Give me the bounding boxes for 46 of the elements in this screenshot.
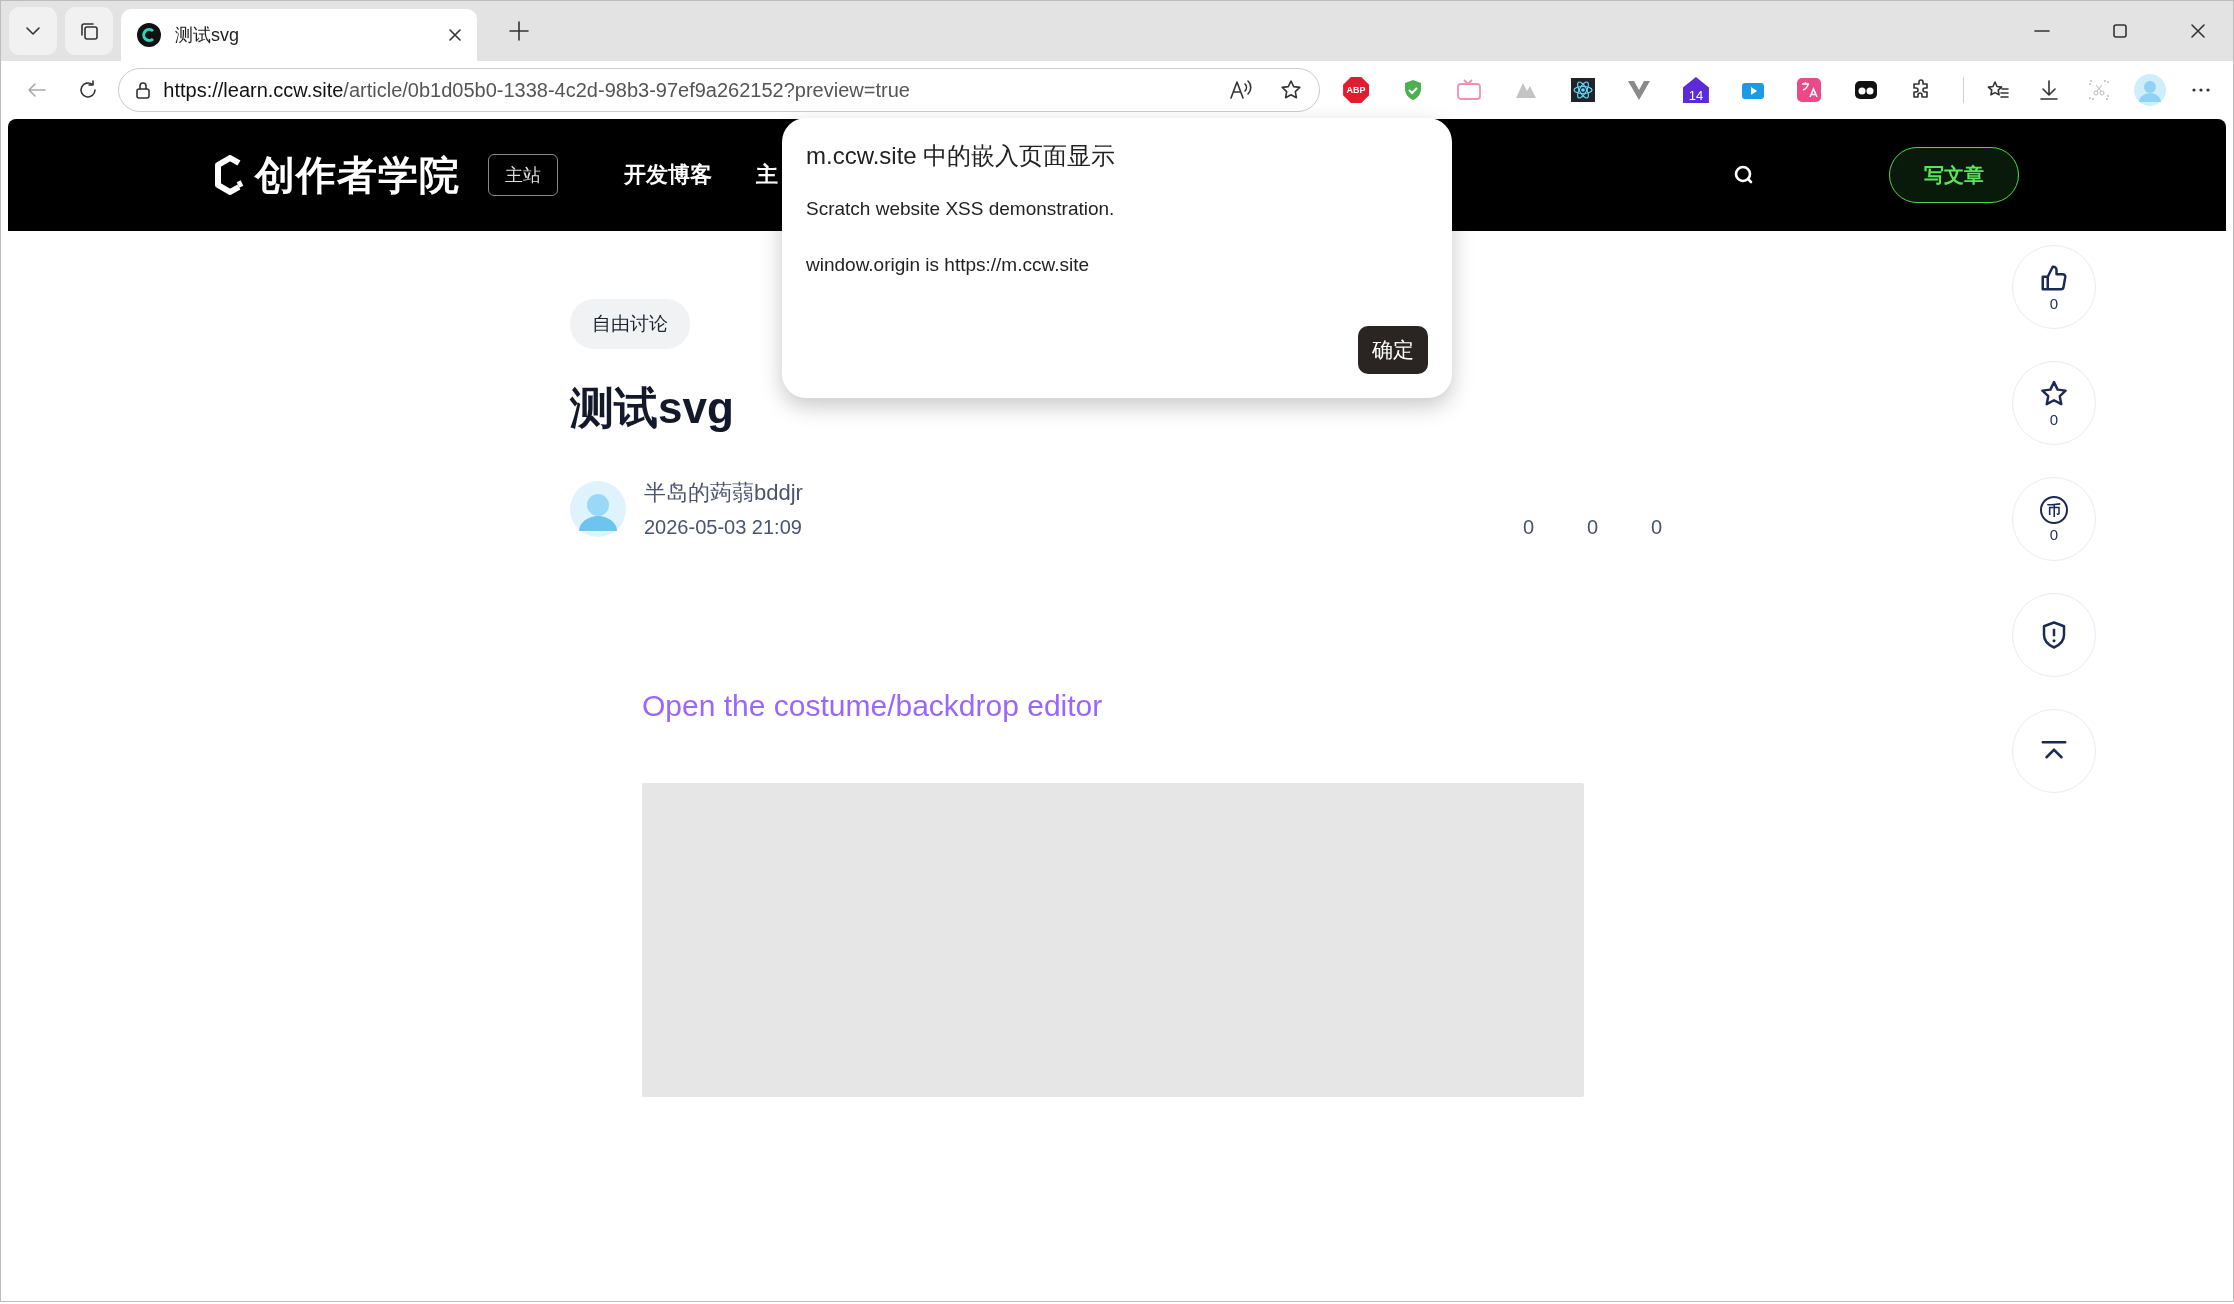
author-avatar[interactable] [570, 480, 626, 537]
v-shape-icon[interactable] [1627, 78, 1652, 102]
atom-icon[interactable] [1570, 78, 1595, 102]
workspaces-button[interactable] [65, 7, 113, 55]
coin-icon: 币 [2040, 495, 2068, 524]
dialog-title: m.ccw.site 中的嵌入页面显示 [806, 141, 1117, 171]
site-logo[interactable]: 创作者学院 [213, 147, 460, 203]
browser-tab[interactable]: 测试svg [121, 9, 477, 61]
abp-extension-icon[interactable]: ABP [1343, 77, 1370, 103]
two-dots-icon[interactable] [1853, 78, 1878, 102]
editor-link[interactable]: Open the costume/backdrop editor [642, 689, 1103, 723]
plus-icon [507, 19, 531, 43]
close-icon [2188, 21, 2208, 41]
star-icon [1278, 78, 1303, 102]
nav-link[interactable]: 开发博客 [624, 160, 712, 190]
thumbs-up-icon [2039, 262, 2069, 293]
maximize-icon [2110, 21, 2130, 41]
main-site-link[interactable]: 主站 [488, 154, 558, 196]
translate-icon[interactable] [1797, 78, 1822, 102]
close-icon [447, 27, 463, 43]
tv-icon[interactable] [1456, 78, 1483, 102]
site-logo-icon [137, 23, 161, 47]
more-icon [2190, 88, 2211, 92]
search-icon [1733, 164, 1755, 186]
dialog-message: window.origin is https://m.ccw.site [806, 254, 1090, 276]
article-title: 测试svg [570, 382, 734, 434]
avatar-icon [2134, 74, 2166, 106]
stat-count: 0 [1585, 516, 1598, 539]
author-name[interactable]: 半岛的蒟蒻bddjr [644, 478, 1662, 508]
category-tag[interactable]: 自由讨论 [570, 299, 690, 349]
minimize-icon [2034, 30, 2050, 32]
house-extension-icon[interactable]: 14 [1682, 77, 1709, 103]
stat-count: 0 [1521, 516, 1534, 539]
stat-count: 0 [1649, 516, 1662, 539]
dialog-message: Scratch website XSS demonstration. [806, 198, 1116, 220]
close-tab-button[interactable] [447, 27, 463, 43]
stacked-squares-icon [78, 20, 100, 42]
write-article-button[interactable]: 写文章 [1889, 147, 2019, 203]
read-aloud-icon [1227, 78, 1254, 102]
ok-button[interactable]: 确定 [1358, 326, 1428, 374]
publish-date: 2026-05-03 21:09 [644, 516, 802, 539]
url-text: https://learn.ccw.site/article/0b1d05b0-1338-4c2d-98b3-97ef9a262152?preview=true [163, 78, 910, 102]
tab-title: 测试svg [175, 24, 240, 47]
scissors-icon [2087, 78, 2112, 102]
search-button[interactable] [1733, 164, 1755, 186]
nav-link[interactable]: 主 [756, 160, 778, 190]
